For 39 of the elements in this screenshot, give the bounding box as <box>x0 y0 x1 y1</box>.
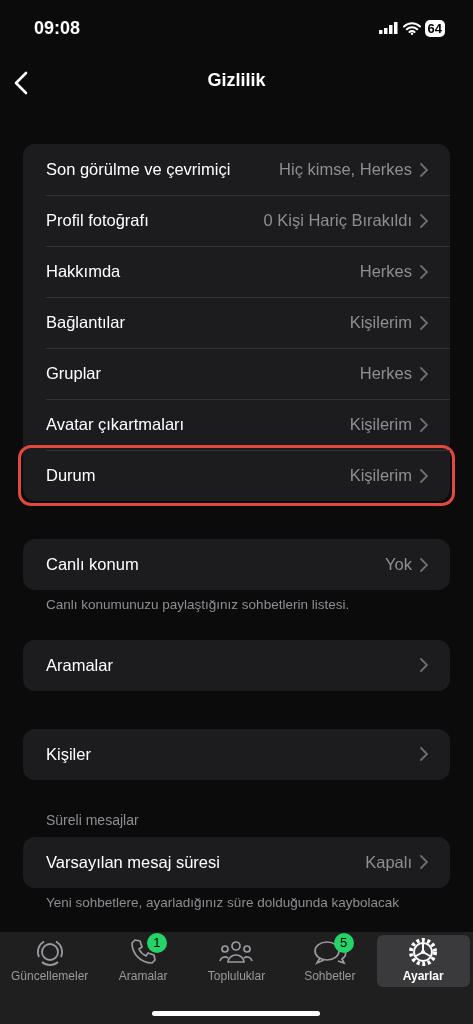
wifi-icon <box>402 21 421 35</box>
section-footer: Yeni sohbetlere, ayarladığınız süre dolduğunda kaybolacak <box>0 887 473 912</box>
settings-row[interactable]: Bağlantılar Kişilerim <box>23 297 450 348</box>
tab-button[interactable]: Sohbetler 5 <box>283 935 377 987</box>
signal-icon <box>378 22 399 34</box>
settings-row[interactable]: Gruplar Herkes <box>23 348 450 399</box>
settings-row[interactable]: Avatar çıkartmaları Kişilerim <box>23 399 450 450</box>
chevron-icon <box>420 468 428 483</box>
settings-row[interactable]: Kişiler <box>23 728 450 780</box>
section-footer: Canlı konumunuzu paylaştığınız sohbetlerin listesi. <box>0 590 473 614</box>
chevron-icon <box>420 162 428 177</box>
tab-button[interactable]: Aramalar 1 <box>96 935 190 987</box>
settings-icon <box>408 937 439 967</box>
tab-button[interactable]: Topluluklar <box>189 935 284 987</box>
chevron-icon <box>420 315 428 330</box>
settings-row[interactable]: Canlı konum Yok <box>23 539 450 590</box>
settings-row[interactable]: Varsayılan mesaj süresi Kapalı <box>23 836 450 888</box>
section-header: Süreli mesajlar <box>45 810 140 830</box>
phone-icon <box>128 937 159 967</box>
tab-button[interactable]: Ayarlar <box>376 935 470 987</box>
page-title: Gizlilik <box>207 68 266 92</box>
chevron-icon <box>420 264 428 279</box>
settings-row[interactable]: Profil fotoğrafı 0 Kişi Hariç Bırakıldı <box>23 195 450 246</box>
chevron-icon <box>420 557 428 572</box>
chevron-icon <box>420 417 428 432</box>
badge-count: 1 <box>146 933 167 953</box>
chevron-icon <box>420 855 428 870</box>
chevron-icon <box>420 658 428 673</box>
badge-count: 5 <box>333 933 354 953</box>
settings-row[interactable]: Aramalar <box>23 639 450 691</box>
battery-icon: 64 <box>424 19 445 37</box>
settings-row[interactable]: Hakkımda Herkes <box>23 246 450 297</box>
settings-row[interactable]: Son görülme ve çevrimiçi Hiç kimse, Herkes <box>23 144 450 195</box>
chevron-icon <box>420 747 428 762</box>
chevron-icon <box>420 366 428 381</box>
settings-row[interactable]: Durum Kişilerim <box>23 450 450 501</box>
chevron-icon <box>420 213 428 228</box>
tab-button[interactable]: Güncellemeler <box>3 935 97 987</box>
status-time: 09:08 <box>34 16 81 40</box>
